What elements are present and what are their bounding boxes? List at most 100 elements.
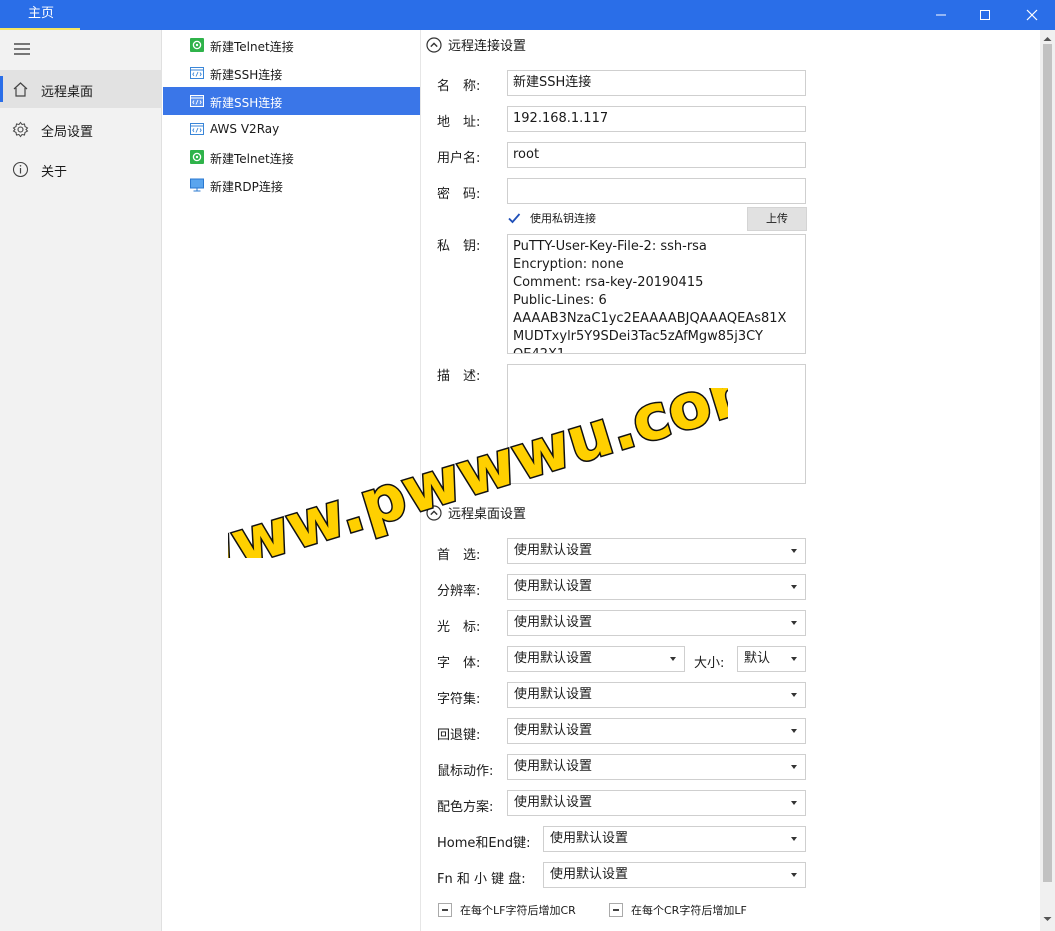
- tab-home[interactable]: 主页: [0, 0, 80, 30]
- close-button[interactable]: [1009, 0, 1055, 30]
- ssh-icon: [190, 67, 204, 79]
- private-key-label: 私 钥:: [437, 239, 481, 254]
- gear-icon: [12, 121, 29, 138]
- home-end-select[interactable]: 使用默认设置: [543, 826, 806, 852]
- active-indicator: [0, 76, 3, 102]
- key-line: Encryption: none: [513, 257, 624, 272]
- description-field[interactable]: [507, 364, 806, 484]
- maximize-button[interactable]: [962, 0, 1008, 30]
- sidebar: 远程桌面 全局设置 关于: [0, 30, 162, 931]
- vertical-scrollbar[interactable]: [1040, 30, 1055, 931]
- hamburger-menu-icon[interactable]: [14, 42, 30, 56]
- fn-keypad-label: Fn 和 小 键 盘:: [437, 872, 526, 887]
- connection-label: 新建SSH连接: [210, 96, 283, 110]
- select-value: 使用默认设置: [514, 651, 593, 666]
- list-item[interactable]: 新建RDP连接: [163, 171, 420, 199]
- preference-select[interactable]: 使用默认设置: [507, 538, 806, 564]
- list-item[interactable]: 新建SSH连接: [163, 87, 420, 115]
- font-select[interactable]: 使用默认设置: [507, 646, 685, 672]
- settings-panel: 远程连接设置 名 称: 新建SSH连接 地 址: 192.168.1.117 用…: [422, 30, 1040, 931]
- checkmark-icon: [508, 213, 521, 224]
- indeterminate-checkbox-icon: [438, 903, 452, 917]
- cr-add-lf-checkbox[interactable]: 在每个CR字符后增加LF: [609, 902, 747, 918]
- private-key-field[interactable]: PuTTY-User-Key-File-2: ssh-rsa Encryptio…: [507, 234, 806, 354]
- dropdown-arrow-icon: [791, 729, 797, 733]
- maximize-icon: [980, 10, 990, 20]
- use-key-label: 使用私钥连接: [530, 212, 596, 225]
- minimize-icon: [936, 14, 946, 16]
- connection-label: 新建Telnet连接: [210, 40, 294, 54]
- address-field[interactable]: 192.168.1.117: [507, 106, 806, 132]
- home-end-label: Home和End键:: [437, 836, 531, 851]
- name-label: 名 称:: [437, 79, 481, 94]
- dropdown-arrow-icon: [791, 549, 797, 553]
- font-size-select[interactable]: 默认: [737, 646, 806, 672]
- select-value: 使用默认设置: [514, 723, 593, 738]
- lf-add-cr-checkbox[interactable]: 在每个LF字符后增加CR: [438, 902, 576, 918]
- select-value: 使用默认设置: [550, 867, 629, 882]
- key-line: MUDTxylr5Y9SDei3Tac5zAfMgw85j3CY: [513, 329, 763, 344]
- password-field[interactable]: [507, 178, 806, 204]
- key-line: AAAAB3NzaC1yc2EAAAABJQAAAQEAs81X: [513, 311, 787, 326]
- list-item[interactable]: 新建Telnet连接: [163, 31, 420, 59]
- dropdown-arrow-icon: [791, 873, 797, 877]
- ssh-icon: [190, 95, 204, 107]
- resolution-select[interactable]: 使用默认设置: [507, 574, 806, 600]
- dropdown-arrow-icon: [791, 585, 797, 589]
- preference-label: 首 选:: [437, 548, 481, 563]
- name-field[interactable]: 新建SSH连接: [507, 70, 806, 96]
- username-field[interactable]: root: [507, 142, 806, 168]
- connection-label: 新建RDP连接: [210, 180, 283, 194]
- scrollbar-thumb[interactable]: [1043, 44, 1052, 882]
- cursor-select[interactable]: 使用默认设置: [507, 610, 806, 636]
- sidebar-item-about[interactable]: 关于: [0, 150, 162, 188]
- color-scheme-select[interactable]: 使用默认设置: [507, 790, 806, 816]
- select-value: 默认: [744, 651, 771, 666]
- info-icon: [12, 161, 29, 178]
- key-line: QE42X1: [513, 346, 800, 353]
- sidebar-item-remote-desktop[interactable]: 远程桌面: [0, 70, 162, 108]
- close-icon: [1026, 9, 1038, 21]
- select-value: 使用默认设置: [514, 759, 593, 774]
- select-value: 使用默认设置: [550, 831, 629, 846]
- address-label: 地 址:: [437, 115, 481, 130]
- sidebar-item-label: 远程桌面: [41, 85, 94, 100]
- cr-add-lf-label: 在每个CR字符后增加LF: [631, 904, 747, 917]
- charset-select[interactable]: 使用默认设置: [507, 682, 806, 708]
- sidebar-item-global-settings[interactable]: 全局设置: [0, 110, 162, 148]
- select-value: 使用默认设置: [514, 579, 593, 594]
- cursor-label: 光 标:: [437, 620, 481, 635]
- key-line: Comment: rsa-key-20190415: [513, 275, 704, 290]
- use-key-checkbox[interactable]: 使用私钥连接: [507, 210, 596, 226]
- resolution-label: 分辨率:: [437, 584, 481, 599]
- upload-button[interactable]: 上传: [747, 207, 807, 231]
- dropdown-arrow-icon: [791, 693, 797, 697]
- mouse-action-select[interactable]: 使用默认设置: [507, 754, 806, 780]
- scroll-up-icon[interactable]: [1043, 36, 1052, 42]
- dropdown-arrow-icon: [791, 765, 797, 769]
- sidebar-item-label: 关于: [41, 165, 68, 180]
- mouse-action-label: 鼠标动作:: [437, 764, 494, 779]
- list-item[interactable]: 新建SSH连接: [163, 59, 420, 87]
- list-item[interactable]: 新建Telnet连接: [163, 143, 420, 171]
- dropdown-arrow-icon: [791, 657, 797, 661]
- dropdown-arrow-icon: [791, 837, 797, 841]
- remote-settings-header[interactable]: 远程连接设置: [426, 35, 526, 54]
- key-line: Public-Lines: 6: [513, 293, 607, 308]
- telnet-icon: [190, 38, 204, 52]
- desktop-settings-header[interactable]: 远程桌面设置: [426, 503, 526, 522]
- select-value: 使用默认设置: [514, 687, 593, 702]
- select-value: 使用默认设置: [514, 615, 593, 630]
- backspace-select[interactable]: 使用默认设置: [507, 718, 806, 744]
- minimize-button[interactable]: [918, 0, 964, 30]
- password-label: 密 码:: [437, 187, 481, 202]
- collapse-icon: [426, 504, 442, 521]
- scroll-down-icon[interactable]: [1043, 916, 1052, 922]
- select-value: 使用默认设置: [514, 795, 593, 810]
- fn-keypad-select[interactable]: 使用默认设置: [543, 862, 806, 888]
- ssh-icon: [190, 123, 204, 135]
- connection-label: 新建Telnet连接: [210, 152, 294, 166]
- color-scheme-label: 配色方案:: [437, 800, 494, 815]
- list-item[interactable]: AWS V2Ray: [163, 115, 420, 143]
- sidebar-item-label: 全局设置: [41, 125, 94, 140]
